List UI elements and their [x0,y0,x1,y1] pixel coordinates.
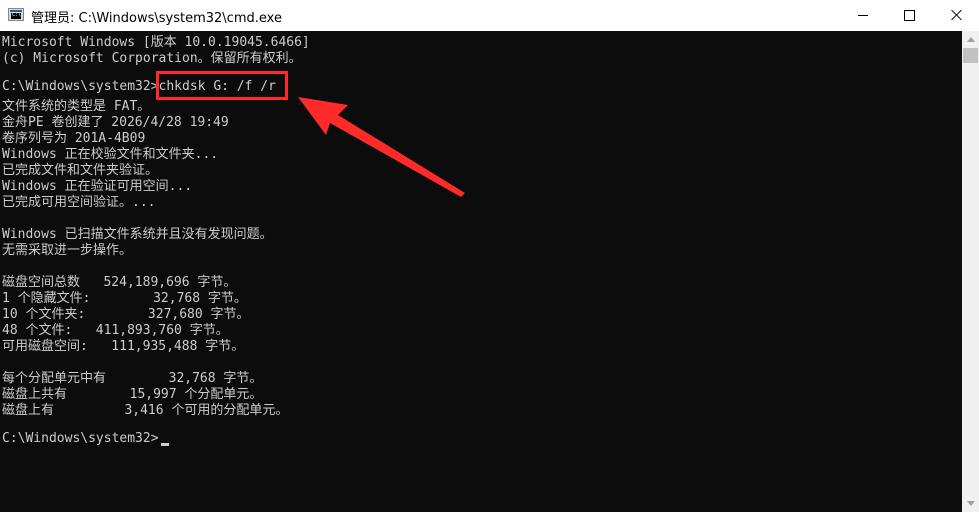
text-cursor [161,443,169,446]
console-line: 可用磁盘空间: 111,935,488 字节。 [2,339,245,354]
vertical-scrollbar[interactable] [962,31,979,512]
window-title: 管理员: C:\Windows\system32\cmd.exe [31,11,282,26]
minimize-button[interactable] [840,0,886,31]
console-line: Windows 正在验证可用空间... [2,179,193,194]
console-line: 磁盘上共有 15,997 个分配单元。 [2,387,263,402]
scroll-down-arrow-icon[interactable] [962,495,979,512]
cmd-icon[interactable] [8,8,24,21]
console-line: 磁盘空间总数 524,189,696 字节。 [2,275,237,290]
annotation-arrow-icon [298,97,465,197]
scroll-thumb[interactable] [963,48,978,63]
console-line: 卷序列号为 201A-4B09 [2,131,146,146]
console-line: 文件系统的类型是 FAT。 [2,99,151,114]
console-line: 10 个文件夹: 327,680 字节。 [2,307,250,322]
console-line: 1 个隐藏文件: 32,768 字节。 [2,291,247,306]
console-output[interactable]: Microsoft Windows [版本 10.0.19045.6466] (… [0,31,962,512]
console-line: 金舟PE 卷创建了 2026/4/28 19:49 [2,115,229,130]
console-line: 每个分配单元中有 32,768 字节。 [2,371,263,386]
scroll-up-arrow-icon[interactable] [962,31,979,48]
console-line: (c) Microsoft Corporation。保留所有权利。 [2,51,302,66]
command-highlight-box [156,71,288,100]
console-line: 磁盘上有 3,416 个可用的分配单元。 [2,403,289,418]
prompt-line: C:\Windows\system32> [2,431,159,446]
console-line: 无需采取进一步操作。 [2,243,133,258]
console-line: Windows 已扫描文件系统并且没有发现问题。 [2,227,273,242]
console-line: Windows 正在校验文件和文件夹... [2,147,219,162]
title-bar: 管理员: C:\Windows\system32\cmd.exe [0,0,979,31]
maximize-button[interactable] [886,0,932,31]
close-button[interactable] [933,0,979,31]
console-line: Microsoft Windows [版本 10.0.19045.6466] [2,35,310,50]
console-line: 已完成可用空间验证。... [2,195,156,210]
console-line: 48 个文件: 411,893,760 字节。 [2,323,229,338]
console-line: 已完成文件和文件夹验证。 [2,163,159,178]
